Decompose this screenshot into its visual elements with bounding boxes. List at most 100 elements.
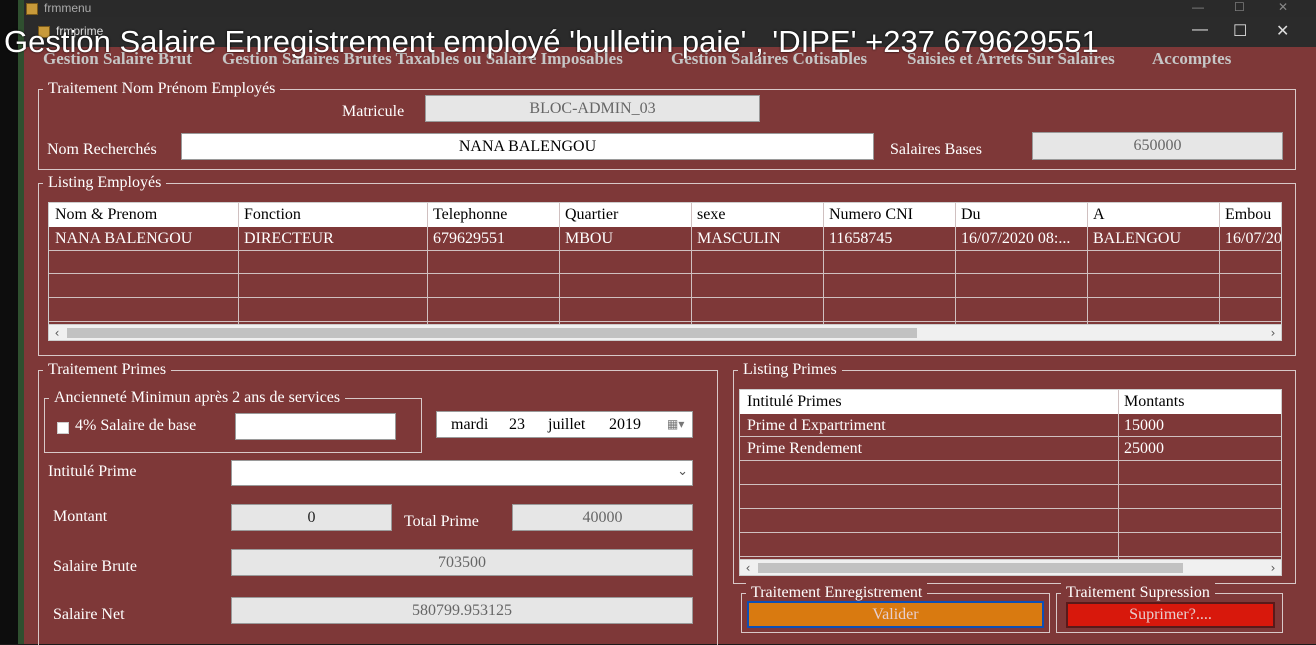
matricule-value: BLOC-ADMIN_03 [529, 99, 656, 117]
date-month: juillet [548, 416, 586, 433]
salaire-base-checkbox[interactable] [57, 422, 69, 434]
table-cell[interactable]: 15000 [1119, 417, 1281, 435]
salaires-bases-value: 650000 [1133, 137, 1182, 154]
col-intitule-primes[interactable]: Intitulé Primes [742, 393, 1118, 411]
grid-line [1118, 390, 1119, 559]
nom-recherches-value: NANA BALENGOU [458, 137, 597, 155]
outer-minimize-icon[interactable]: — [1192, 0, 1204, 14]
calendar-icon[interactable]: ▦▾ [667, 417, 684, 431]
matricule-field[interactable]: BLOC-ADMIN_03 [425, 95, 760, 122]
table-cell[interactable]: MASCULIN [692, 230, 823, 248]
col-a[interactable]: A [1088, 206, 1219, 224]
grid-line [49, 297, 1281, 298]
grid-line [49, 273, 1281, 274]
date-day-name: mardi [451, 416, 489, 433]
table-cell[interactable]: MBOU [560, 230, 691, 248]
scroll-right-icon[interactable]: › [1265, 325, 1281, 340]
montant-value: 0 [307, 508, 316, 526]
table-cell[interactable]: 25000 [1119, 440, 1281, 458]
suprimer-button[interactable]: Suprimer?.... [1066, 602, 1275, 628]
date-picker[interactable]: mardi 23 juillet 2019 ▦▾ [436, 411, 693, 438]
scroll-left-icon[interactable]: ‹ [49, 325, 65, 340]
valider-button[interactable]: Valider [747, 601, 1044, 628]
nom-recherches-input[interactable]: NANA BALENGOU [181, 133, 874, 160]
grid-line [427, 203, 428, 324]
salaire-net-label: Salaire Net [53, 606, 125, 623]
table-cell[interactable]: 679629551 [428, 230, 559, 248]
table-cell[interactable]: DIRECTEUR [239, 230, 427, 248]
total-prime-field[interactable]: 40000 [512, 504, 693, 531]
col-embou[interactable]: Embou [1220, 206, 1281, 224]
grid-line [740, 532, 1281, 533]
matricule-label: Matricule [342, 103, 405, 120]
suprimer-label: Suprimer?.... [1129, 606, 1212, 623]
intitule-prime-select[interactable]: ⌄ [231, 460, 693, 486]
col-nom-prenom[interactable]: Nom & Prenom [50, 206, 239, 224]
employes-horizontal-scrollbar[interactable]: ‹ › [49, 324, 1281, 340]
grid-line [823, 203, 824, 324]
grid-line [1219, 203, 1220, 324]
col-sexe[interactable]: sexe [692, 206, 823, 224]
salaire-net-field[interactable]: 580799.953125 [231, 597, 693, 624]
grid-line [740, 508, 1281, 509]
employes-grid[interactable]: Nom & Prenom Fonction Telephonne Quartie… [48, 202, 1282, 341]
total-prime-label: Total Prime [404, 513, 479, 530]
date-year: 2019 [609, 416, 641, 433]
outer-window-title: frmmenu [44, 1, 92, 15]
listing-primes-legend: Listing Primes [738, 360, 842, 380]
traitement-primes-legend: Traitement Primes [43, 360, 172, 380]
col-quartier[interactable]: Quartier [560, 206, 691, 224]
listing-employes-legend: Listing Employés [43, 173, 167, 193]
primes-grid[interactable]: Intitulé Primes Montants Prime d Expartr… [739, 389, 1282, 576]
scroll-left-icon[interactable]: ‹ [740, 560, 756, 575]
primes-horizontal-scrollbar[interactable]: ‹ › [740, 559, 1281, 575]
col-montants[interactable]: Montants [1119, 393, 1281, 411]
date-day: 23 [509, 416, 525, 433]
outer-maximize-icon[interactable]: ☐ [1234, 0, 1245, 14]
table-cell[interactable]: Prime Rendement [742, 440, 1118, 458]
table-cell[interactable]: BALENGOU [1088, 230, 1219, 248]
montant-input[interactable]: 0 [231, 504, 392, 531]
scroll-right-icon[interactable]: › [1265, 560, 1281, 575]
grid-line [49, 250, 1281, 251]
anciennete-legend: Ancienneté Minimun après 2 ans de servic… [49, 388, 346, 408]
suppression-legend: Traitement Supression [1061, 583, 1215, 603]
table-cell[interactable]: NANA BALENGOU [50, 230, 239, 248]
grid-line [955, 203, 956, 324]
table-cell[interactable]: 11658745 [824, 230, 955, 248]
maximize-icon[interactable]: ☐ [1233, 21, 1247, 41]
grid-line [740, 460, 1281, 461]
grid-line [691, 203, 692, 324]
table-cell[interactable]: Prime d Expartriment [742, 417, 1118, 435]
outer-close-icon[interactable]: ✕ [1278, 0, 1288, 14]
total-prime-value: 40000 [582, 508, 623, 526]
scroll-thumb[interactable] [67, 328, 917, 338]
col-telephonne[interactable]: Telephonne [428, 206, 559, 224]
enregistrement-legend: Traitement Enregistrement [746, 583, 928, 603]
montant-label: Montant [53, 508, 108, 525]
col-fonction[interactable]: Fonction [239, 206, 427, 224]
video-overlay-title: Gestion Salaire Enregistrement employé '… [4, 24, 1099, 59]
salaire-brute-value: 703500 [438, 553, 486, 571]
menu-accomptes[interactable]: Accomptes [1152, 49, 1231, 69]
col-du[interactable]: Du [956, 206, 1087, 224]
anciennete-input[interactable] [235, 413, 396, 440]
salaires-bases-field[interactable]: 650000 [1032, 132, 1283, 160]
table-cell[interactable]: 16/07/20 [1220, 230, 1281, 248]
app-icon [26, 3, 38, 15]
grid-line [740, 484, 1281, 485]
close-icon[interactable]: ✕ [1276, 21, 1289, 41]
col-numero-cni[interactable]: Numero CNI [824, 206, 955, 224]
table-cell[interactable]: 16/07/2020 08:... [956, 230, 1087, 248]
chevron-down-icon[interactable]: ⌄ [677, 464, 688, 479]
salaire-base-checkbox-label: 4% Salaire de base [75, 417, 197, 434]
minimize-icon[interactable]: — [1192, 21, 1208, 39]
salaires-bases-label: Salaires Bases [890, 141, 982, 158]
grid-line [238, 203, 239, 324]
salaire-brute-label: Salaire Brute [53, 558, 137, 575]
valider-label: Valider [872, 605, 919, 623]
salaire-brute-field[interactable]: 703500 [231, 549, 693, 576]
grid-line [740, 436, 1281, 437]
nom-recherches-label: Nom Recherchés [47, 141, 157, 158]
scroll-thumb[interactable] [758, 563, 1183, 573]
